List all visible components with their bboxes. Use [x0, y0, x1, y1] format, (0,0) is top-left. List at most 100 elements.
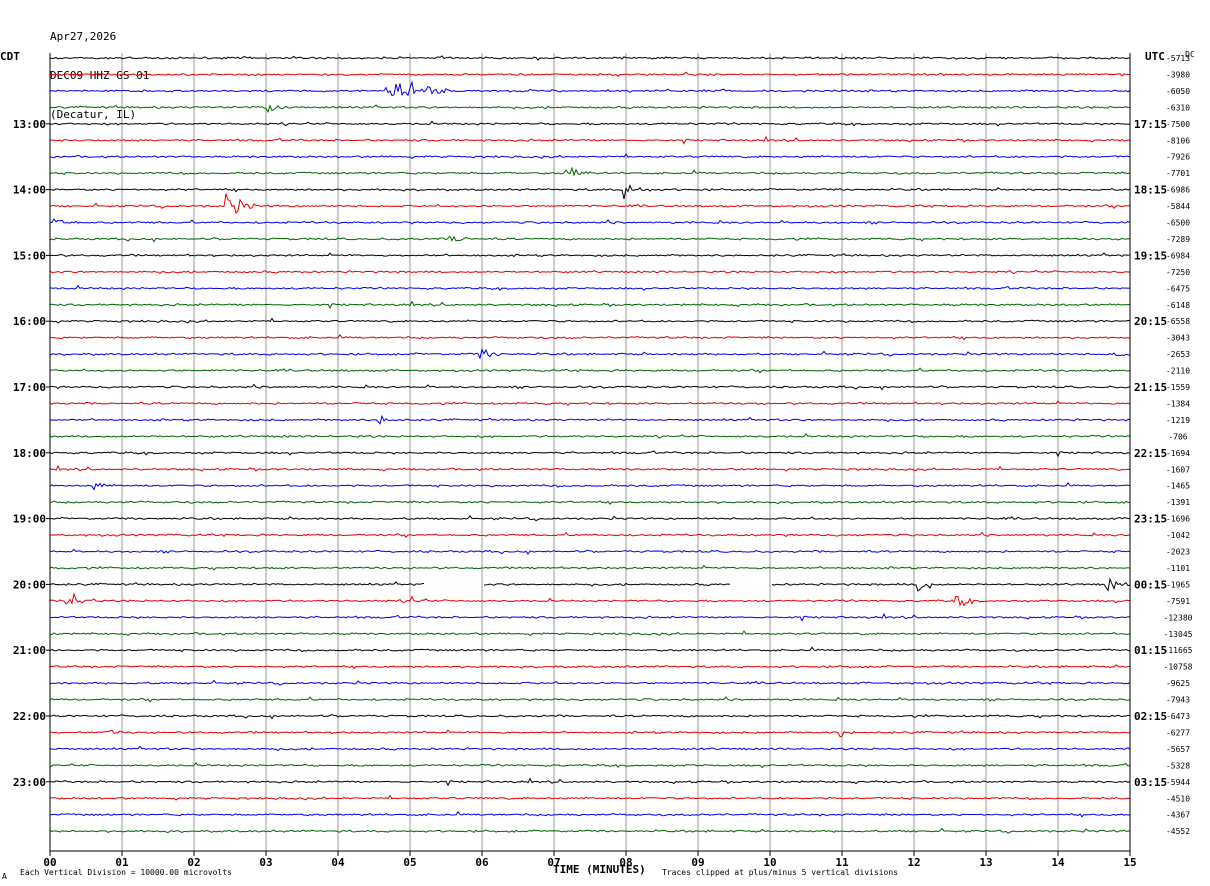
scale-note: Each Vertical Division = 10000.00 microv… [20, 868, 232, 877]
trace-row [49, 104, 1131, 113]
dc-offset-label: -3980 [1166, 70, 1190, 79]
trace-row [49, 745, 1131, 752]
left-hour-label: 14:00 [13, 184, 46, 197]
trace-row [49, 481, 1131, 491]
trace-row [49, 729, 1131, 738]
trace-row [49, 166, 1131, 177]
trace-row [49, 284, 1131, 292]
dc-header-label: DC [1185, 50, 1195, 59]
dc-offset-label: -6500 [1166, 219, 1190, 228]
dc-offset-label: -10758 [1164, 663, 1193, 672]
trace-row [49, 450, 1131, 458]
dc-offset-label: -3043 [1166, 334, 1190, 343]
left-hour-label: 22:00 [13, 710, 46, 723]
dc-offset-label: -7500 [1166, 120, 1190, 129]
right-hour-label: 18:15 [1134, 184, 1167, 197]
dc-offset-label: -1391 [1166, 498, 1190, 507]
right-hour-label: 02:15 [1134, 710, 1167, 723]
dc-offset-label: -6984 [1166, 251, 1190, 260]
trace-row [49, 612, 1131, 622]
right-hour-label: 20:15 [1134, 315, 1167, 328]
trace-row [49, 577, 1131, 592]
trace-row [49, 515, 1131, 522]
clip-note: Traces clipped at plus/minus 5 vertical … [662, 868, 899, 877]
right-hour-label: 21:15 [1134, 381, 1167, 394]
trace-row [49, 300, 1131, 310]
dc-offset-label: -7250 [1166, 268, 1190, 277]
dc-offset-label: -706 [1168, 432, 1187, 441]
trace-row [49, 80, 1131, 97]
trace-row [49, 347, 1131, 360]
dc-offset-label: -6050 [1166, 87, 1190, 96]
trace-row [50, 383, 1131, 391]
dc-offset-label: -6148 [1166, 301, 1190, 310]
dc-offset-label: -1465 [1166, 482, 1190, 491]
dc-offset-label: -4552 [1166, 827, 1190, 836]
dc-offset-label: -11665 [1164, 646, 1193, 655]
dc-offset-label: -1559 [1166, 383, 1190, 392]
trace-row [49, 592, 1131, 607]
trace-row [49, 414, 1131, 425]
right-hour-label: 03:15 [1134, 776, 1167, 789]
dc-offset-label: -7943 [1166, 696, 1190, 705]
trace-row [49, 777, 1131, 787]
trace-row [49, 548, 1131, 555]
left-hour-label: 19:00 [13, 513, 46, 526]
trace-row [49, 630, 1131, 637]
dc-offset-label: -5844 [1166, 202, 1190, 211]
left-hour-label: 23:00 [13, 776, 46, 789]
dc-offset-label: -7591 [1166, 597, 1190, 606]
trace-row [49, 762, 1131, 769]
x-tick-label: 04 [331, 856, 345, 869]
left-hour-label: 21:00 [13, 644, 46, 657]
trace-row [49, 696, 1131, 703]
trace-row [49, 235, 1131, 243]
trace-row [49, 333, 1131, 341]
right-hour-label: 01:15 [1134, 644, 1167, 657]
dc-offset-label: -1219 [1166, 416, 1190, 425]
right-hour-label: 17:15 [1134, 118, 1167, 131]
dc-offset-label: -9625 [1166, 679, 1190, 688]
dc-offset-label: -6310 [1166, 103, 1190, 112]
x-tick-label: 12 [907, 856, 920, 869]
right-hour-label: 00:15 [1134, 578, 1167, 591]
x-tick-label: 15 [1123, 856, 1136, 869]
trace-row [49, 500, 1131, 505]
dc-offset-label: -1101 [1166, 564, 1190, 573]
dc-offset-label: -6473 [1166, 712, 1190, 721]
trace-row [49, 827, 1131, 834]
x-tick-label: 03 [259, 856, 272, 869]
trace-row [49, 55, 1131, 61]
dc-offset-label: -6558 [1166, 317, 1190, 326]
left-hour-label: 17:00 [13, 381, 46, 394]
dc-offset-label: -1965 [1166, 580, 1190, 589]
dc-offset-label: -6277 [1166, 728, 1190, 737]
trace-row [49, 810, 1131, 818]
footer-mark: A [2, 872, 7, 881]
right-hour-label: 22:15 [1134, 447, 1167, 460]
trace-group [49, 55, 1131, 834]
trace-row [49, 317, 1131, 324]
x-tick-label: 05 [403, 856, 416, 869]
dc-offset-label: -2023 [1166, 548, 1190, 557]
dc-offset-label: -5657 [1166, 745, 1190, 754]
trace-row [49, 433, 1131, 439]
trace-row [49, 531, 1131, 538]
dc-offset-label: -7701 [1166, 169, 1190, 178]
trace-row [49, 794, 1131, 801]
trace-row [50, 218, 1131, 225]
trace-row [49, 564, 1131, 571]
left-hour-label: 13:00 [13, 118, 46, 131]
left-hour-label: 20:00 [13, 578, 46, 591]
dc-offset-label: -1384 [1166, 399, 1190, 408]
trace-row [49, 714, 1131, 720]
x-tick-label: 14 [1051, 856, 1065, 869]
right-hour-label: 23:15 [1134, 513, 1167, 526]
trace-row [49, 135, 1130, 145]
trace-row [49, 269, 1130, 275]
dc-offset-label: -6986 [1166, 186, 1190, 195]
dc-offset-label: -13045 [1164, 630, 1193, 639]
dc-offset-label: -1042 [1166, 531, 1190, 540]
dc-offset-label: -8106 [1166, 136, 1190, 145]
trace-row [49, 193, 1131, 215]
